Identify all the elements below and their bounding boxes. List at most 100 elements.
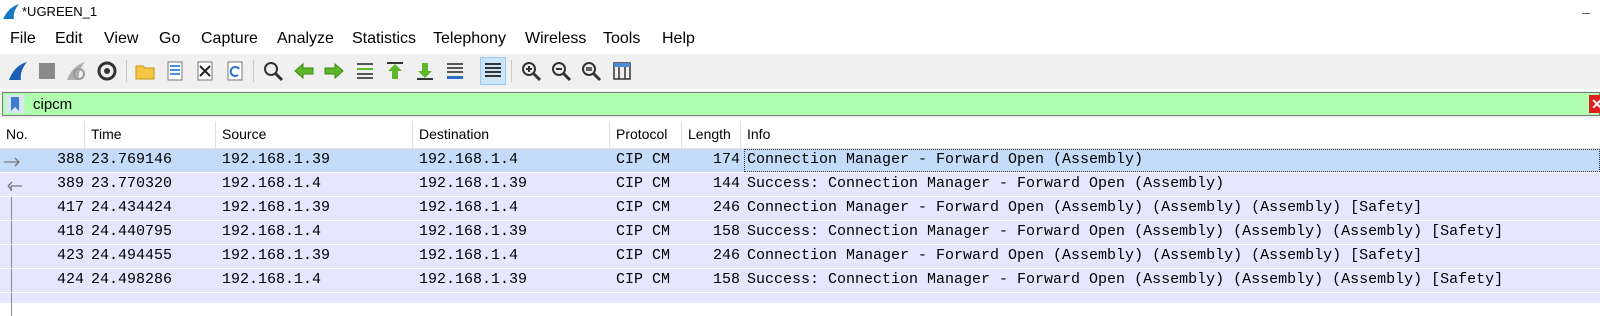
packet-info: Success: Connection Manager - Forward Op… [747, 175, 1225, 192]
autoscroll-icon[interactable] [442, 57, 468, 85]
save-file-icon[interactable] [162, 57, 188, 85]
packet-number: 418 [56, 223, 84, 240]
display-filter-input[interactable]: cipcm ✕ [2, 92, 1600, 116]
column-header-protocol[interactable]: Protocol [610, 121, 682, 148]
menu-telephony[interactable]: Telephony [433, 30, 506, 48]
packet-source: 192.168.1.4 [222, 223, 322, 240]
packet-info: Connection Manager - Forward Open (Assem… [747, 247, 1423, 264]
restart-capture-icon[interactable] [63, 57, 89, 85]
bookmark-icon[interactable] [6, 95, 24, 113]
menu-go[interactable]: Go [159, 30, 180, 48]
start-capture-icon[interactable] [5, 57, 31, 85]
packet-destination: 192.168.1.4 [419, 247, 519, 264]
packet-number: 424 [56, 271, 84, 288]
related-line [11, 293, 12, 316]
packet-number: 388 [56, 151, 84, 168]
packet-row[interactable]: 424 24.498286 192.168.1.4 192.168.1.39 C… [0, 269, 1600, 292]
packet-info: Connection Manager - Forward Open (Assem… [747, 151, 1144, 168]
packet-protocol: CIP CM [616, 271, 671, 288]
go-back-icon[interactable] [291, 57, 317, 85]
filter-value: cipcm [33, 96, 73, 113]
packet-length: 174 [712, 151, 740, 168]
zoom-out-icon[interactable] [548, 57, 574, 85]
packet-row[interactable]: 417 24.434424 192.168.1.39 192.168.1.4 C… [0, 197, 1600, 220]
packet-protocol: CIP CM [616, 199, 671, 216]
packet-destination: 192.168.1.4 [419, 151, 519, 168]
packet-source: 192.168.1.39 [222, 247, 331, 264]
packet-row[interactable]: 388 23.769146 192.168.1.39 192.168.1.4 C… [0, 149, 1600, 172]
last-packet-icon[interactable] [412, 57, 438, 85]
stop-capture-icon[interactable] [34, 57, 60, 85]
packet-info: Success: Connection Manager - Forward Op… [747, 271, 1504, 288]
colorize-icon[interactable] [480, 57, 506, 85]
menu-capture[interactable]: Capture [201, 30, 258, 48]
first-packet-icon[interactable] [382, 57, 408, 85]
menu-tools[interactable]: Tools [603, 30, 640, 48]
window-title: *UGREEN_1 [22, 4, 98, 19]
packet-source: 192.168.1.4 [222, 175, 322, 192]
packet-destination: 192.168.1.39 [419, 175, 528, 192]
column-header-no[interactable]: No. [0, 121, 85, 148]
zoom-in-icon[interactable] [518, 57, 544, 85]
packet-info: Success: Connection Manager - Forward Op… [747, 223, 1504, 240]
capture-options-icon[interactable] [94, 57, 120, 85]
packet-protocol: CIP CM [616, 247, 671, 264]
packet-row[interactable]: 389 23.770320 192.168.1.4 192.168.1.39 C… [0, 173, 1600, 196]
packet-time: 23.769146 [91, 151, 173, 168]
packet-time: 24.440795 [91, 223, 173, 240]
title-bar: *UGREEN_1 – [0, 0, 1600, 25]
column-header-length[interactable]: Length [682, 121, 741, 148]
column-header-source[interactable]: Source [216, 121, 413, 148]
packet-number: 423 [56, 247, 84, 264]
resize-columns-icon[interactable] [609, 57, 635, 85]
packet-protocol: CIP CM [616, 175, 671, 192]
packet-number: 417 [56, 199, 84, 216]
packet-row[interactable]: 418 24.440795 192.168.1.4 192.168.1.39 C… [0, 221, 1600, 244]
packet-length: 158 [712, 271, 740, 288]
column-header-destination[interactable]: Destination [413, 121, 610, 148]
menu-bar: File Edit View Go Capture Analyze Statis… [0, 26, 1600, 53]
packet-row[interactable]: 423 24.494455 192.168.1.39 192.168.1.4 C… [0, 245, 1600, 268]
wireshark-fin-icon [3, 4, 19, 19]
close-file-icon[interactable] [192, 57, 218, 85]
packet-source: 192.168.1.39 [222, 199, 331, 216]
menu-edit[interactable]: Edit [55, 30, 83, 48]
packet-info: Connection Manager - Forward Open (Assem… [747, 199, 1423, 216]
packet-time: 24.434424 [91, 199, 173, 216]
column-header-time[interactable]: Time [85, 121, 216, 148]
packet-list-header: No. Time Source Destination Protocol Len… [0, 121, 1600, 149]
menu-wireless[interactable]: Wireless [525, 30, 586, 48]
packet-time: 24.494455 [91, 247, 173, 264]
reload-file-icon[interactable] [222, 57, 248, 85]
normal-size-icon[interactable] [578, 57, 604, 85]
packet-source: 192.168.1.39 [222, 151, 331, 168]
open-file-icon[interactable] [132, 57, 158, 85]
main-toolbar [0, 54, 1600, 89]
menu-file[interactable]: File [10, 30, 36, 48]
packet-time: 24.498286 [91, 271, 173, 288]
go-forward-icon[interactable] [321, 57, 347, 85]
packet-destination: 192.168.1.39 [419, 271, 528, 288]
menu-analyze[interactable]: Analyze [277, 30, 334, 48]
minimize-button[interactable]: – [1582, 4, 1590, 20]
menu-statistics[interactable]: Statistics [352, 30, 416, 48]
packet-protocol: CIP CM [616, 151, 671, 168]
packet-length: 246 [712, 199, 740, 216]
go-to-packet-icon[interactable] [352, 57, 378, 85]
column-header-info[interactable]: Info [741, 121, 1600, 148]
menu-view[interactable]: View [104, 30, 138, 48]
packet-length: 158 [712, 223, 740, 240]
packet-list: 388 23.769146 192.168.1.39 192.168.1.4 C… [0, 149, 1600, 316]
packet-source: 192.168.1.4 [222, 271, 322, 288]
packet-length: 246 [712, 247, 740, 264]
display-filter-bar: cipcm ✕ [0, 91, 1600, 118]
find-packet-icon[interactable] [260, 57, 286, 85]
menu-help[interactable]: Help [662, 30, 695, 48]
clear-filter-icon[interactable]: ✕ [1589, 95, 1600, 113]
packet-number: 389 [56, 175, 84, 192]
packet-row-partial[interactable] [0, 293, 1600, 316]
packet-destination: 192.168.1.4 [419, 199, 519, 216]
packet-length: 144 [712, 175, 740, 192]
packet-protocol: CIP CM [616, 223, 671, 240]
packet-destination: 192.168.1.39 [419, 223, 528, 240]
